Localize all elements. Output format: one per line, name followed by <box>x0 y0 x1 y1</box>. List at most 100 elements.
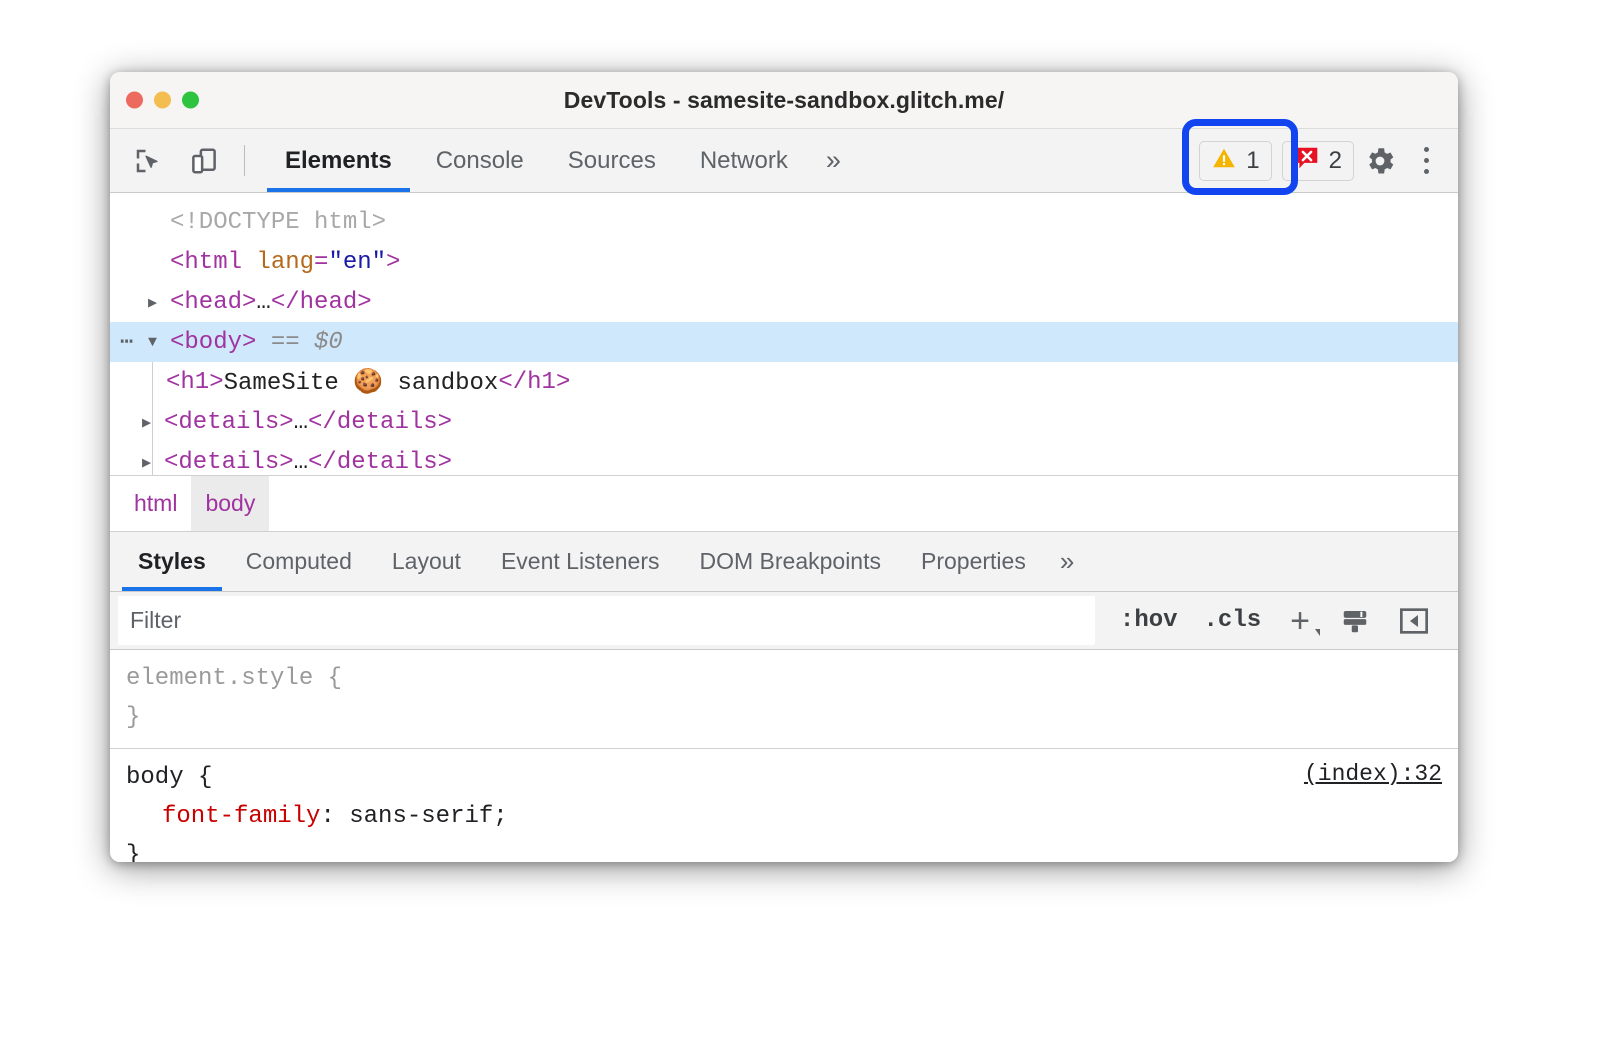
plus-icon: + <box>1290 604 1310 638</box>
tab-console[interactable]: Console <box>414 129 546 192</box>
css-property-value[interactable]: sans-serif; <box>349 803 507 830</box>
details-expand-triangle-icon[interactable]: ▶ <box>142 413 164 432</box>
warning-counter-button[interactable]: 1 <box>1199 141 1271 181</box>
style-rule-element-style: element.style { } <box>110 650 1458 748</box>
inspect-element-icon[interactable] <box>128 141 168 181</box>
error-bubble-icon <box>1294 145 1320 176</box>
dom-doctype: <!DOCTYPE html> <box>170 209 386 236</box>
tab-sources-label: Sources <box>568 147 656 175</box>
filter-input[interactable] <box>118 596 1095 645</box>
details-expand-triangle-icon[interactable]: ▶ <box>142 453 164 472</box>
head-expand-triangle-icon[interactable]: ▶ <box>148 293 170 312</box>
rule-source-link[interactable]: (index):32 <box>1304 761 1442 787</box>
toolbar-divider <box>244 145 245 176</box>
html-lang-attr[interactable]: lang <box>256 249 314 276</box>
toggle-sidebar-icon[interactable] <box>1384 605 1444 637</box>
rule-selector-line[interactable]: body { <box>110 758 1458 797</box>
tab-layout[interactable]: Layout <box>372 532 481 591</box>
rule-close-line: } <box>110 698 1458 737</box>
dom-row[interactable]: <!DOCTYPE html> <box>110 202 1458 242</box>
html-tag-close-bracket: > <box>386 249 400 276</box>
error-counter-button[interactable]: 2 <box>1282 141 1354 181</box>
tab-computed-label: Computed <box>246 548 352 575</box>
more-panels-button[interactable]: » <box>810 129 857 192</box>
tab-properties[interactable]: Properties <box>901 532 1046 591</box>
body-equals: == <box>256 329 314 356</box>
tab-event-listeners[interactable]: Event Listeners <box>481 532 680 591</box>
rule-close-brace: } <box>126 842 140 862</box>
devtools-menu-kebab-icon[interactable] <box>1406 135 1446 187</box>
breadcrumb-item-body[interactable]: body <box>191 476 269 531</box>
details-open-tag: <details> <box>164 449 294 476</box>
rule-open-brace: { <box>198 764 212 791</box>
panel-tab-list: Elements Console Sources Network » <box>263 129 857 192</box>
window-title: DevTools - samesite-sandbox.glitch.me/ <box>110 87 1458 114</box>
toggle-pseudo-states-button[interactable]: :hov <box>1107 607 1191 634</box>
tab-dom-breakpoints-label: DOM Breakpoints <box>699 548 881 575</box>
h1-close-tag: </h1> <box>498 369 570 396</box>
kebab-dot-3 <box>1424 169 1429 174</box>
settings-gear-icon[interactable] <box>1354 135 1406 187</box>
breadcrumb-item-html[interactable]: html <box>120 476 191 531</box>
dom-row[interactable]: <h1>SameSite 🍪 sandbox</h1> <box>110 362 1458 402</box>
rule-close-brace: } <box>126 704 140 731</box>
devtools-toolbar: Elements Console Sources Network » <box>110 129 1458 193</box>
body-dollar-zero: $0 <box>314 329 343 356</box>
kebab-dot-2 <box>1424 158 1429 163</box>
dom-row-selected-body[interactable]: ⋯ ▼ <body> == $0 <box>110 322 1458 362</box>
body-open-tag: <body> <box>170 329 256 356</box>
rule-selector[interactable]: element.style <box>126 665 313 692</box>
dom-row[interactable]: <html lang="en"> <box>110 242 1458 282</box>
html-open-tag: <html <box>170 249 256 276</box>
dom-row[interactable]: ▶ <details>…</details> <box>110 402 1458 442</box>
head-open-tag: <head> <box>170 289 256 316</box>
breadcrumb: html body <box>110 476 1458 532</box>
more-sidebar-tabs-button[interactable]: » <box>1046 532 1088 591</box>
tab-network[interactable]: Network <box>678 129 810 192</box>
tab-styles[interactable]: Styles <box>118 532 226 591</box>
more-sidebar-tabs-label: » <box>1060 546 1074 577</box>
close-window-button[interactable] <box>126 92 143 109</box>
cls-label: .cls <box>1204 607 1262 634</box>
html-lang-value[interactable]: "en" <box>328 249 386 276</box>
maximize-window-button[interactable] <box>182 92 199 109</box>
window-titlebar: DevTools - samesite-sandbox.glitch.me/ <box>110 72 1458 129</box>
css-declaration[interactable]: font-family: sans-serif; <box>110 797 1458 836</box>
toolbar-spacer <box>857 129 1199 192</box>
tab-elements[interactable]: Elements <box>263 129 414 192</box>
toggle-class-editor-button[interactable]: .cls <box>1191 607 1275 634</box>
new-style-rule-button[interactable]: + <box>1274 604 1326 638</box>
html-attr-equals: = <box>314 249 328 276</box>
issue-counters: 1 2 <box>1199 141 1354 181</box>
tab-styles-label: Styles <box>138 548 206 575</box>
h1-open-tag: <h1> <box>166 369 224 396</box>
warning-triangle-icon <box>1211 145 1237 176</box>
body-row-more-icon[interactable]: ⋯ <box>120 329 148 355</box>
computed-styles-paintbrush-icon[interactable] <box>1326 606 1384 636</box>
rule-selector[interactable]: body <box>126 764 184 791</box>
rule-open-brace: { <box>328 665 342 692</box>
style-rule-body: (index):32 body { font-family: sans-seri… <box>110 748 1458 862</box>
tab-computed[interactable]: Computed <box>226 532 372 591</box>
device-toolbar-icon[interactable] <box>184 141 224 181</box>
tab-layout-label: Layout <box>392 548 461 575</box>
rule-selector-line[interactable]: element.style { <box>110 659 1458 698</box>
h1-text: SameSite 🍪 sandbox <box>224 367 499 397</box>
hov-label: :hov <box>1120 607 1178 634</box>
minimize-window-button[interactable] <box>154 92 171 109</box>
dom-row[interactable]: ▶ <head>…</head> <box>110 282 1458 322</box>
tab-sources[interactable]: Sources <box>546 129 678 192</box>
tab-dom-breakpoints[interactable]: DOM Breakpoints <box>679 532 901 591</box>
dom-row[interactable]: ▶ <details>…</details> <box>110 442 1458 476</box>
toolbar-right: 1 2 <box>1199 129 1446 192</box>
styles-rules-pane: element.style { } (index):32 body { font… <box>110 650 1458 862</box>
styles-filter-bar: :hov .cls + <box>110 592 1458 650</box>
dom-tree[interactable]: <!DOCTYPE html> <html lang="en"> ▶ <head… <box>110 193 1458 476</box>
breadcrumb-item-body-label: body <box>205 490 255 517</box>
css-property-name[interactable]: font-family <box>162 803 320 830</box>
details-ellipsis: … <box>294 409 308 436</box>
details-close-tag: </details> <box>308 409 452 436</box>
details-ellipsis: … <box>294 449 308 476</box>
screen-root: DevTools - samesite-sandbox.glitch.me/ <box>0 0 1616 1038</box>
body-collapse-triangle-icon[interactable]: ▼ <box>148 334 170 351</box>
